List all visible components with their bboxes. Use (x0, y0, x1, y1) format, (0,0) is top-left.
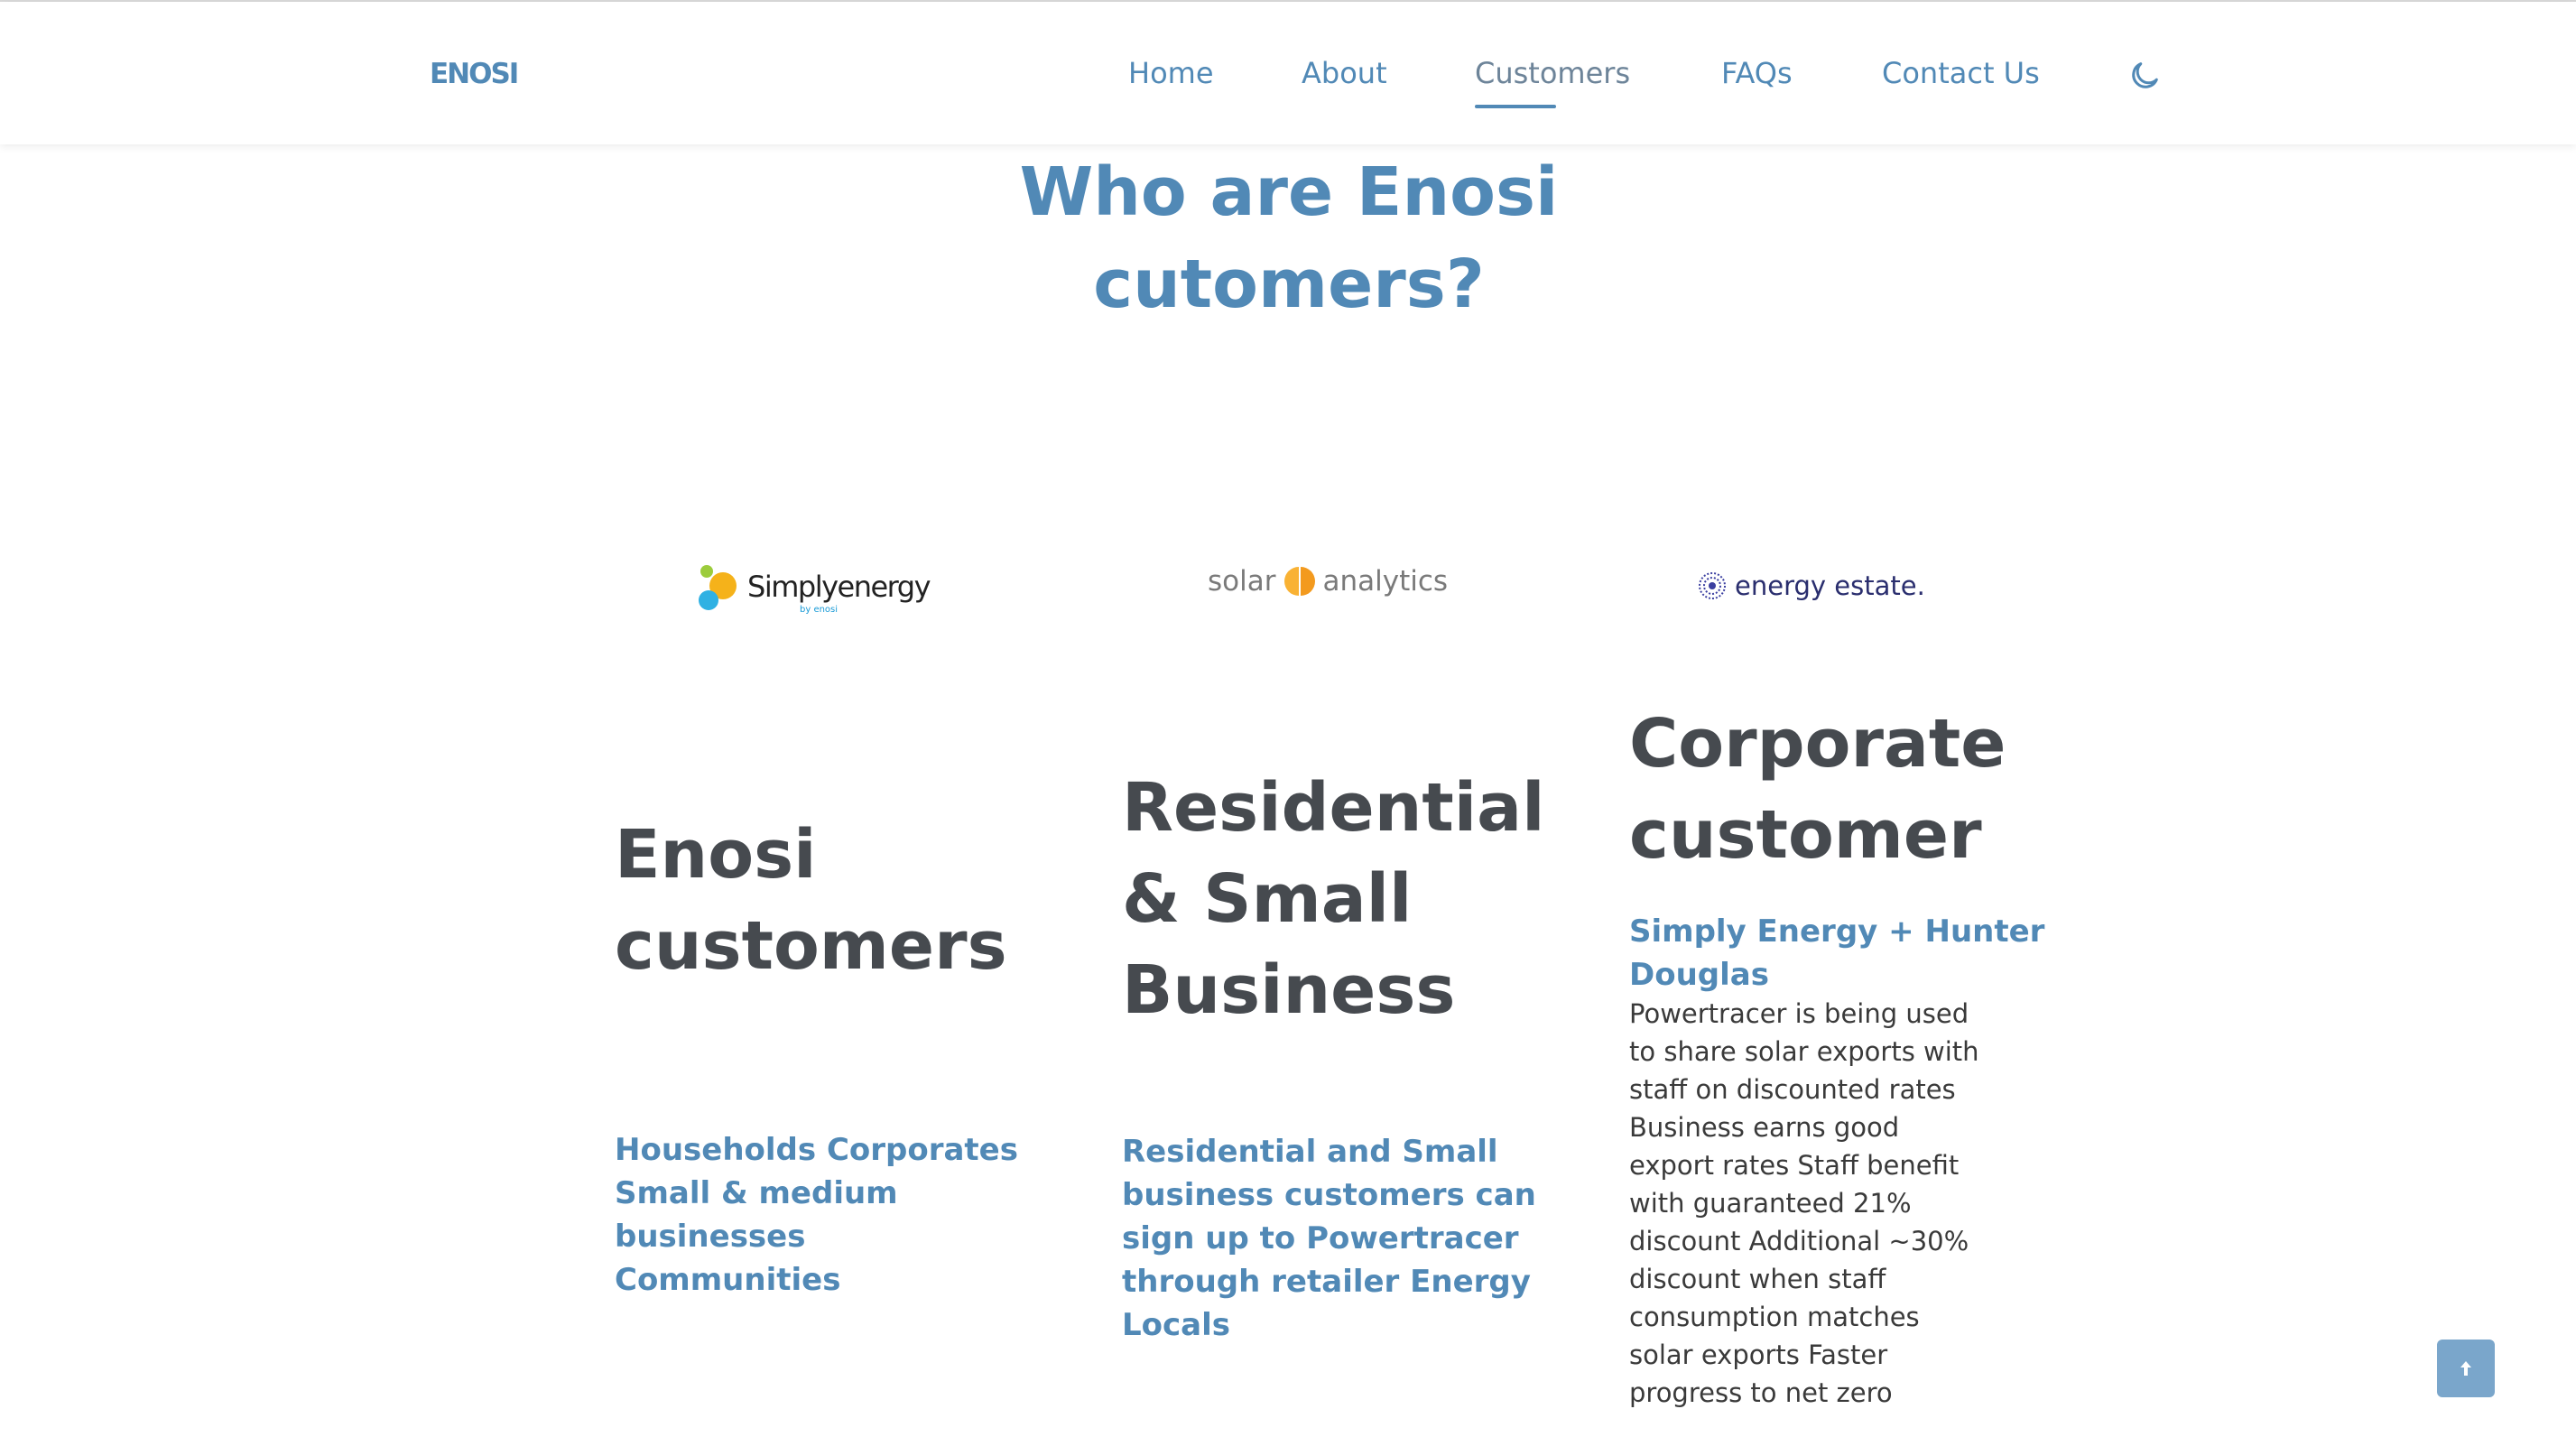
analytics-text: analytics (1322, 565, 1449, 598)
page-title-line-1: Who are Enosi (1019, 153, 1559, 231)
heading-line: customers (615, 907, 1007, 985)
column-heading-corporate: Corporate customer (1629, 699, 2006, 881)
sub-line: businesses (615, 1219, 806, 1255)
solar-analytics-logo: solar analytics (1208, 565, 1448, 598)
nav-faqs[interactable]: FAQs (1721, 56, 1793, 90)
simply-energy-text-1: Simply (747, 570, 839, 604)
heading-line: Enosi (615, 816, 817, 894)
body-line: Powertracer is being used (1629, 998, 1969, 1029)
sub-line: sign up to Powertracer (1122, 1220, 1519, 1256)
nav-contact-us[interactable]: Contact Us (1882, 56, 2040, 90)
sub-line: Douglas (1629, 957, 1769, 993)
nav-customers[interactable]: Customers (1475, 56, 1630, 90)
heading-line: customer (1629, 796, 1982, 874)
simply-energy-logo: Simplyenergy by enosi (699, 561, 931, 615)
simply-energy-circles-icon (699, 561, 744, 612)
body-line: discount Additional ~30% (1629, 1226, 1969, 1256)
sub-line: Small & medium (615, 1175, 898, 1211)
energy-estate-text: energy estate. (1735, 570, 1925, 601)
sub-line: business customers can (1122, 1177, 1536, 1213)
simply-energy-text-2: energy (837, 570, 931, 604)
simply-energy-sub: by enosi (800, 605, 839, 615)
column-heading-enosi-customers: Enosi customers (615, 810, 1007, 992)
active-nav-indicator (1475, 105, 1556, 108)
sun-icon (1284, 567, 1316, 596)
nav-home[interactable]: Home (1128, 56, 1214, 90)
sub-line: Residential and Small (1122, 1134, 1498, 1170)
heading-line: Business (1122, 951, 1456, 1029)
heading-line: Corporate (1629, 705, 2006, 783)
page-title-line-2: cutomers? (1093, 246, 1485, 323)
sub-line: Households Corporates (615, 1132, 1018, 1168)
solar-text: solar (1208, 565, 1276, 598)
nav-about[interactable]: About (1302, 56, 1387, 90)
body-line: Business earns good (1629, 1112, 1900, 1143)
energy-estate-logo: energy estate. (1697, 570, 1925, 601)
column-heading-residential: Residential & Small Business (1122, 763, 1544, 1036)
moon-icon[interactable] (2127, 58, 2163, 94)
sub-line: through retailer Energy (1122, 1264, 1531, 1300)
energy-estate-burst-icon (1699, 572, 1726, 599)
body-line: solar exports Faster (1629, 1340, 1888, 1370)
sub-line: Communities (615, 1262, 841, 1298)
body-line: to share solar exports with (1629, 1036, 1979, 1067)
body-line: export rates Staff benefit (1629, 1150, 1960, 1181)
column-subtitle-enosi-customers: Households Corporates Small & medium bus… (615, 1128, 1018, 1302)
column-subtitle-corporate: Simply Energy + Hunter Douglas (1629, 910, 2044, 997)
site-logo[interactable]: ENOSI (430, 58, 519, 90)
sub-line: Simply Energy + Hunter (1629, 913, 2045, 950)
body-line: progress to net zero (1629, 1377, 1893, 1408)
sub-line: Locals (1122, 1307, 1231, 1343)
heading-line: Residential (1122, 769, 1545, 847)
body-line: discount when staff (1629, 1264, 1886, 1294)
column-subtitle-residential: Residential and Small business customers… (1122, 1130, 1536, 1347)
body-line: staff on discounted rates (1629, 1074, 1956, 1105)
body-line: consumption matches (1629, 1302, 1920, 1332)
body-line: with guaranteed 21% (1629, 1188, 1912, 1219)
heading-line: & Small (1122, 860, 1413, 938)
page-title: Who are Enosi cutomers? (928, 146, 1650, 330)
arrow-up-icon (2460, 1361, 2471, 1376)
site-header: ENOSI Home About Customers FAQs Contact … (0, 2, 2576, 144)
scroll-to-top-button[interactable] (2437, 1340, 2495, 1397)
column-body-corporate: Powertracer is being used to share solar… (1629, 995, 1979, 1412)
